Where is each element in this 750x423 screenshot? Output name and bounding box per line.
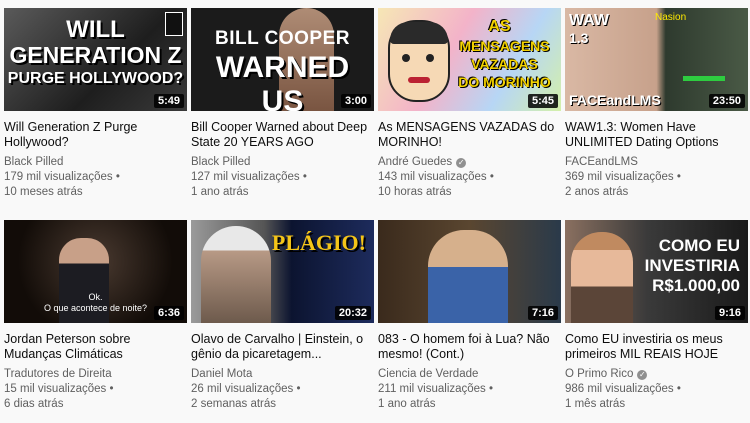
video-card[interactable]: AS MENSAGENS VAZADAS DO MORINHO 5:45 As …	[378, 8, 561, 208]
upload-age: 6 dias atrás	[4, 398, 64, 410]
channel-name-row: Black Pilled	[191, 155, 374, 170]
view-count: 986 mil visualizações •	[565, 383, 681, 395]
duration-badge: 6:36	[153, 306, 184, 320]
duration-badge: 3:00	[340, 94, 371, 108]
thumbnail-caption-2: MENSAGENS	[459, 38, 550, 54]
duration-badge: 20:32	[334, 306, 371, 320]
thumbnail-caption-3: VAZADAS	[471, 56, 538, 72]
channel-name-row: Tradutores de Direita	[4, 367, 187, 382]
video-card[interactable]: WAW 1.3 Nasion FACEandLMS 23:50 WAW1.3: …	[565, 8, 748, 208]
channel-name-row: Black Pilled	[4, 155, 187, 170]
thumbnail-caption-1: AS	[488, 18, 511, 35]
arrow-graphic	[683, 76, 725, 81]
presenter-graphic	[428, 230, 508, 323]
thumbnail-text-2: 1.3	[569, 30, 589, 46]
verified-check-icon: ✓	[456, 157, 467, 168]
portrait-graphic	[201, 226, 271, 323]
video-title[interactable]: As MENSAGENS VAZADAS do MORINHO!	[378, 120, 561, 150]
view-count: 143 mil visualizações •	[378, 171, 494, 183]
channel-name[interactable]: André Guedes	[378, 155, 452, 170]
video-thumbnail[interactable]: WAW 1.3 Nasion FACEandLMS 23:50	[565, 8, 748, 111]
video-title[interactable]: WAW1.3: Women Have UNLIMITED Dating Opti…	[565, 120, 748, 150]
verified-check-icon: ✓	[637, 369, 648, 380]
video-card[interactable]: COMO EU INVESTIRIA R$1.000,00 9:16 Como …	[565, 220, 748, 420]
subtitle-line-1: Ok.	[88, 292, 103, 302]
video-title[interactable]: 083 - O homem foi à Lua? Não mesmo! (Con…	[378, 332, 561, 362]
video-card[interactable]: 7:16 083 - O homem foi à Lua? Não mesmo!…	[378, 220, 561, 420]
channel-name-row: Ciencia de Verdade	[378, 367, 561, 382]
video-card[interactable]: WILL GENERATION Z PURGE HOLLYWOOD? 5:49 …	[4, 8, 187, 208]
upload-age: 10 horas atrás	[378, 186, 452, 198]
presenter-graphic	[571, 232, 633, 323]
view-count: 127 mil visualizações •	[191, 171, 307, 183]
video-thumbnail[interactable]: Ok. O que acontece de noite? 6:36	[4, 220, 187, 323]
channel-logo-badge	[165, 12, 183, 36]
channel-name[interactable]: Black Pilled	[4, 155, 63, 170]
channel-name[interactable]: O Primo Rico	[565, 367, 633, 382]
video-title[interactable]: Olavo de Carvalho | Einstein, o gênio da…	[191, 332, 374, 362]
thumbnail-label-nasion: Nasion	[655, 12, 687, 23]
channel-name[interactable]: FACEandLMS	[565, 155, 638, 170]
video-title[interactable]: Jordan Peterson sobre Mudanças Climática…	[4, 332, 187, 362]
thumbnail-caption-2: GENERATION Z	[9, 42, 182, 68]
upload-age: 10 meses atrás	[4, 186, 83, 198]
view-count: 211 mil visualizações •	[378, 383, 494, 395]
duration-badge: 5:45	[527, 94, 558, 108]
channel-name[interactable]: Daniel Mota	[191, 367, 252, 382]
video-thumbnail[interactable]: PLÁGIO! 20:32	[191, 220, 374, 323]
duration-badge: 23:50	[708, 94, 745, 108]
video-thumbnail[interactable]: WILL GENERATION Z PURGE HOLLYWOOD? 5:49	[4, 8, 187, 111]
upload-age: 1 ano atrás	[191, 186, 249, 198]
video-card[interactable]: PLÁGIO! 20:32 Olavo de Carvalho | Einste…	[191, 220, 374, 420]
video-thumbnail[interactable]: 7:16	[378, 220, 561, 323]
upload-age: 2 semanas atrás	[191, 398, 277, 410]
duration-badge: 9:16	[714, 306, 745, 320]
video-card[interactable]: BILL COOPER WARNED US 3:00 Bill Cooper W…	[191, 8, 374, 208]
thumbnail-caption-1: BILL COOPER	[215, 28, 350, 49]
duration-badge: 7:16	[527, 306, 558, 320]
video-thumbnail[interactable]: AS MENSAGENS VAZADAS DO MORINHO 5:45	[378, 8, 561, 111]
channel-name-row: FACEandLMS	[565, 155, 748, 170]
view-count: 179 mil visualizações •	[4, 171, 120, 183]
thumbnail-caption-4: DO MORINHO	[458, 74, 551, 90]
duration-badge: 5:49	[153, 94, 184, 108]
video-thumbnail[interactable]: COMO EU INVESTIRIA R$1.000,00 9:16	[565, 220, 748, 323]
video-grid: WILL GENERATION Z PURGE HOLLYWOOD? 5:49 …	[4, 8, 748, 420]
video-title[interactable]: Bill Cooper Warned about Deep State 20 Y…	[191, 120, 374, 150]
view-count: 26 mil visualizações •	[191, 383, 301, 395]
channel-name[interactable]: Tradutores de Direita	[4, 367, 112, 382]
view-count: 369 mil visualizações •	[565, 171, 681, 183]
thumbnail-headline: PLÁGIO!	[271, 230, 366, 255]
upload-age: 1 ano atrás	[378, 398, 436, 410]
thumbnail-text-1: WAW	[569, 12, 609, 29]
channel-name-row: André Guedes ✓	[378, 155, 561, 170]
video-title[interactable]: Will Generation Z Purge Hollywood?	[4, 120, 187, 150]
thumbnail-text-3: FACEandLMS	[569, 92, 661, 108]
channel-name[interactable]: Black Pilled	[191, 155, 250, 170]
thumbnail-caption-3: PURGE HOLLYWOOD?	[7, 70, 184, 87]
video-thumbnail[interactable]: BILL COOPER WARNED US 3:00	[191, 8, 374, 111]
video-card[interactable]: Ok. O que acontece de noite? 6:36 Jordan…	[4, 220, 187, 420]
thumbnail-caption-1: WILL	[66, 16, 125, 43]
thumbnail-text-3: R$1.000,00	[652, 276, 740, 295]
upload-age: 1 mês atrás	[565, 398, 626, 410]
thumbnail-text-1: COMO EU	[658, 236, 740, 255]
channel-name[interactable]: Ciencia de Verdade	[378, 367, 478, 382]
video-title[interactable]: Como EU investiria os meus primeiros MIL…	[565, 332, 748, 362]
channel-name-row: Daniel Mota	[191, 367, 374, 382]
view-count: 15 mil visualizações •	[4, 383, 114, 395]
thumbnail-text-2: INVESTIRIA	[644, 256, 740, 275]
upload-age: 2 anos atrás	[565, 186, 629, 198]
channel-name-row: O Primo Rico ✓	[565, 367, 748, 382]
